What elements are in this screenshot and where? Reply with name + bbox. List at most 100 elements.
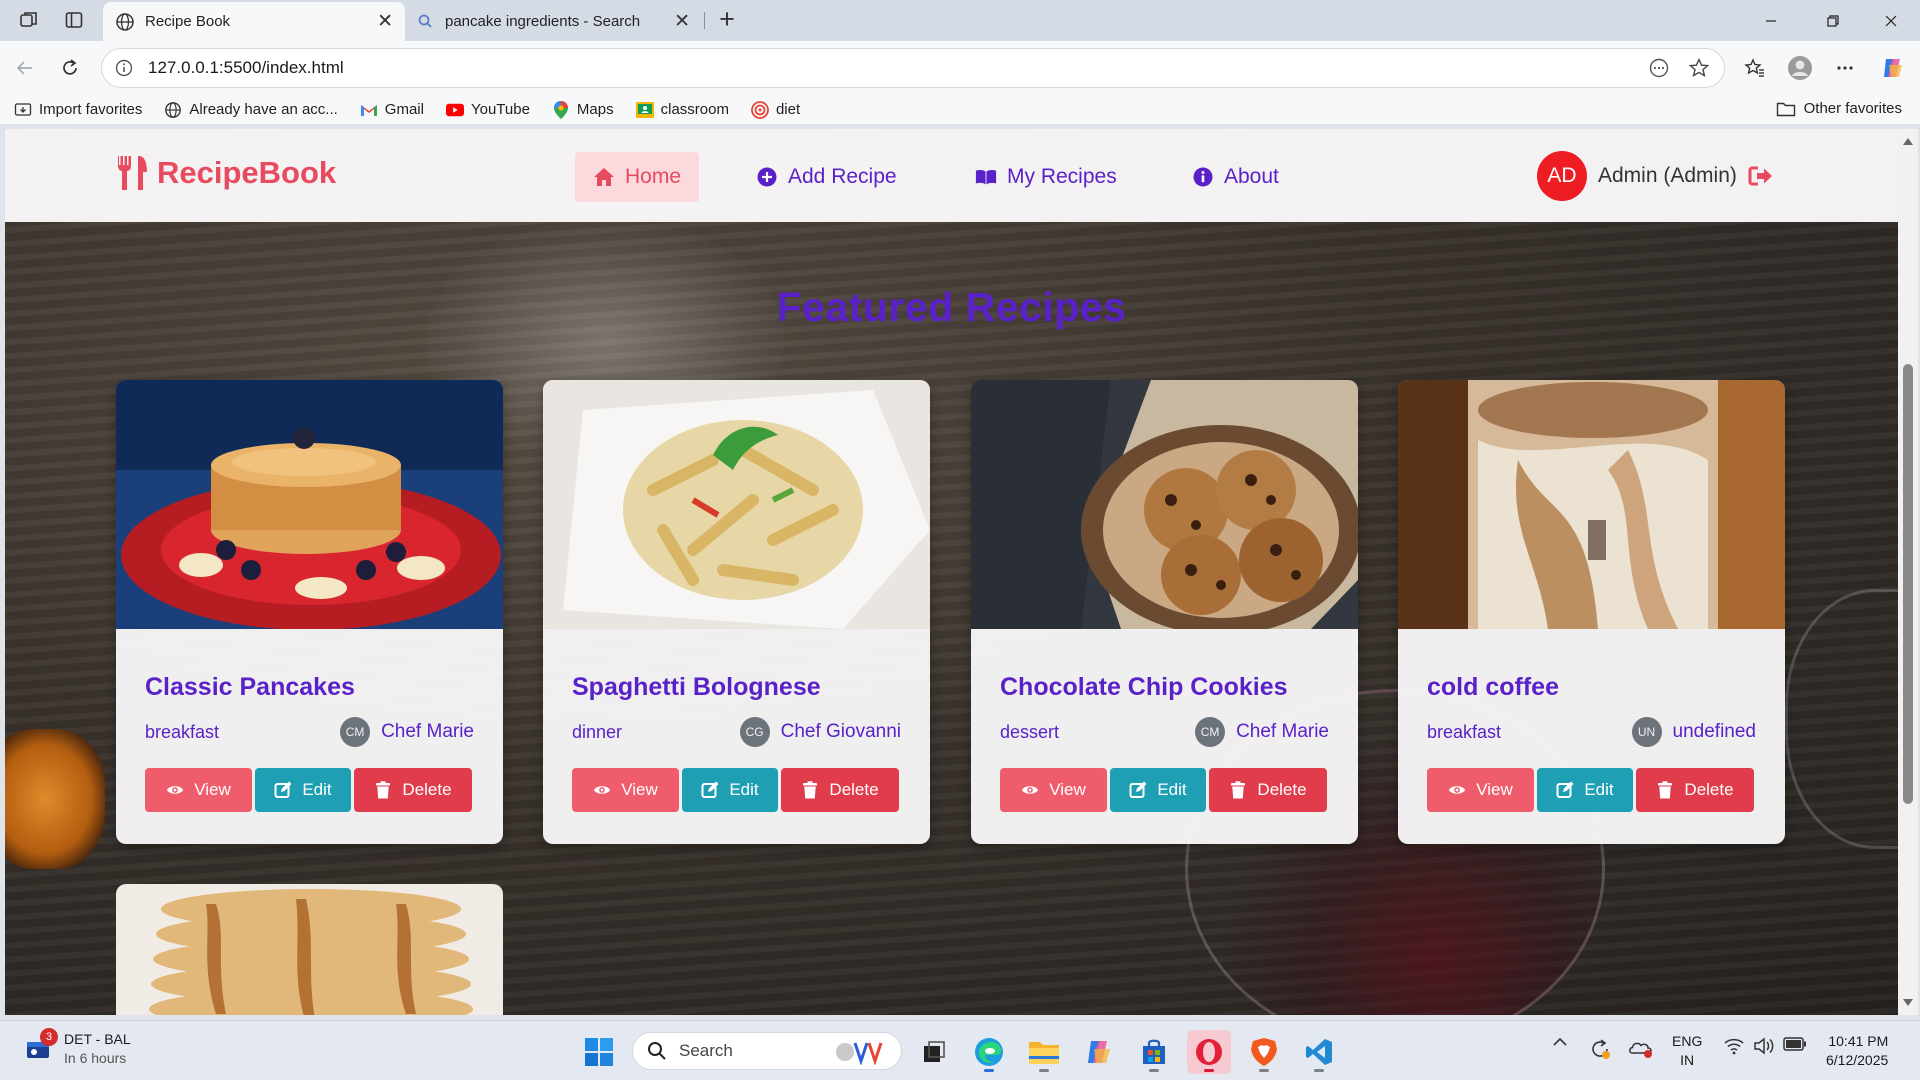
favorites-icon[interactable] — [1740, 53, 1770, 83]
edit-button[interactable]: Edit — [255, 768, 351, 812]
page-scrollbar[interactable] — [1898, 129, 1918, 1015]
profile-icon[interactable] — [1785, 53, 1815, 83]
system-clock[interactable]: 10:41 PM 6/12/2025 — [1826, 1032, 1888, 1070]
tab-actions-icon[interactable] — [59, 7, 89, 33]
recipe-card[interactable]: Classic Pancakes breakfast CM Chef Marie… — [116, 380, 503, 844]
weather-widget[interactable]: 3 DET - BAL In 6 hours — [24, 1028, 131, 1068]
favorite-classroom[interactable]: classroom — [635, 101, 729, 119]
recipe-card[interactable]: Chocolate Chip Cookies dessert CM Chef M… — [971, 380, 1358, 844]
favorite-maps[interactable]: Maps — [552, 100, 614, 119]
scroll-down-arrow-icon[interactable] — [1903, 999, 1913, 1006]
view-button[interactable]: View — [145, 768, 252, 812]
recipe-title[interactable]: Chocolate Chip Cookies — [1000, 673, 1288, 702]
wifi-icon[interactable] — [1722, 1037, 1746, 1055]
favorite-star-icon[interactable] — [1688, 57, 1710, 79]
utensils-icon — [118, 156, 147, 190]
store-icon[interactable] — [1132, 1030, 1176, 1074]
site-navbar: RecipeBook Home Add Recipe My Recipes Ab… — [5, 129, 1898, 222]
brave-icon[interactable] — [1242, 1030, 1286, 1074]
globe-icon — [116, 12, 134, 31]
favorite-import[interactable]: Import favorites — [14, 101, 142, 119]
favorite-gmail[interactable]: Gmail — [360, 101, 424, 119]
taskbar-search[interactable]: Search — [632, 1032, 902, 1070]
restore-icon[interactable] — [1810, 6, 1856, 36]
delete-button[interactable]: Delete — [354, 768, 472, 812]
show-hidden-icons-chevron-icon[interactable] — [1550, 1037, 1570, 1047]
task-view-icon[interactable] — [912, 1030, 956, 1074]
favorite-diet[interactable]: diet — [751, 100, 800, 119]
brand-logo[interactable]: RecipeBook — [115, 154, 336, 192]
recipe-card[interactable]: cold coffee breakfast UN undefined View … — [1398, 380, 1785, 844]
logout-icon[interactable] — [1748, 163, 1774, 189]
brand-name: RecipeBook — [157, 155, 337, 190]
favorite-label: classroom — [660, 101, 729, 118]
minimize-icon[interactable] — [1748, 6, 1794, 36]
nav-label: About — [1224, 165, 1279, 188]
onedrive-icon[interactable] — [1628, 1037, 1654, 1059]
book-icon — [975, 166, 997, 188]
info-icon — [1192, 166, 1214, 188]
recipe-card-partial[interactable] — [116, 884, 503, 1015]
volume-icon[interactable] — [1752, 1037, 1776, 1055]
site-info-icon[interactable] — [114, 58, 134, 78]
opera-icon[interactable] — [1187, 1030, 1231, 1074]
view-button[interactable]: View — [1427, 768, 1534, 812]
classroom-icon — [635, 101, 654, 119]
copilot-taskbar-icon[interactable] — [1077, 1030, 1121, 1074]
nav-about[interactable]: About — [1174, 152, 1297, 202]
recipe-chef: UN undefined — [1631, 717, 1756, 747]
language-indicator[interactable]: ENG IN — [1672, 1032, 1702, 1070]
delete-button[interactable]: Delete — [1209, 768, 1327, 812]
nav-add-recipe[interactable]: Add Recipe — [738, 152, 915, 202]
other-favorites[interactable]: Other favorites — [1776, 100, 1902, 117]
tab-pancake-search[interactable]: pancake ingredients - Search ✕ — [405, 2, 702, 41]
recipe-title[interactable]: Spaghetti Bolognese — [572, 673, 821, 702]
more-options-icon[interactable] — [1830, 53, 1860, 83]
scroll-up-arrow-icon[interactable] — [1903, 138, 1913, 145]
other-favorites-label: Other favorites — [1803, 100, 1902, 117]
import-icon — [14, 101, 32, 119]
refresh-icon[interactable] — [55, 53, 85, 83]
vscode-icon[interactable] — [1297, 1030, 1341, 1074]
button-label: View — [194, 780, 231, 799]
recipe-title[interactable]: cold coffee — [1427, 673, 1559, 702]
user-menu[interactable]: AD Admin (Admin) — [1537, 151, 1774, 201]
edit-button[interactable]: Edit — [1110, 768, 1206, 812]
view-button[interactable]: View — [1000, 768, 1107, 812]
recipe-image-cookies — [971, 380, 1358, 629]
clock-date: 6/12/2025 — [1826, 1052, 1889, 1068]
scroll-thumb[interactable] — [1903, 364, 1913, 804]
button-label: Delete — [402, 780, 452, 799]
background-food-bowl — [5, 729, 105, 869]
favorite-account[interactable]: Already have an acc... — [164, 101, 338, 119]
delete-button[interactable]: Delete — [1636, 768, 1754, 812]
nav-home[interactable]: Home — [575, 152, 700, 202]
copilot-icon[interactable] — [1878, 53, 1908, 83]
edge-taskbar-icon[interactable] — [967, 1030, 1011, 1074]
chef-name: Chef Marie — [381, 721, 474, 742]
favorite-youtube[interactable]: YouTube — [445, 101, 530, 119]
sync-icon[interactable] — [1587, 1037, 1613, 1061]
address-bar[interactable]: 127.0.0.1:5500/index.html — [101, 48, 1725, 88]
delete-button[interactable]: Delete — [781, 768, 899, 812]
tab-recipe-book[interactable]: Recipe Book ✕ — [103, 2, 405, 41]
close-window-icon[interactable] — [1868, 6, 1914, 36]
eye-icon — [1448, 781, 1466, 799]
new-tab-icon[interactable]: + — [712, 6, 742, 34]
recipe-title[interactable]: Classic Pancakes — [145, 673, 355, 702]
edit-button[interactable]: Edit — [1537, 768, 1633, 812]
close-tab-icon[interactable]: ✕ — [674, 12, 690, 31]
view-button[interactable]: View — [572, 768, 679, 812]
avatar[interactable]: AD — [1537, 151, 1587, 201]
back-icon[interactable] — [10, 53, 40, 83]
battery-icon[interactable] — [1782, 1037, 1808, 1051]
workspaces-icon[interactable] — [14, 7, 44, 33]
recipe-card[interactable]: Spaghetti Bolognese dinner CG Chef Giova… — [543, 380, 930, 844]
file-explorer-icon[interactable] — [1022, 1030, 1066, 1074]
close-tab-icon[interactable]: ✕ — [377, 12, 393, 31]
edit-button[interactable]: Edit — [682, 768, 778, 812]
nav-my-recipes[interactable]: My Recipes — [957, 152, 1135, 202]
start-button[interactable] — [577, 1030, 621, 1074]
running-indicator — [1149, 1069, 1159, 1072]
reading-view-icon[interactable] — [1648, 57, 1670, 79]
